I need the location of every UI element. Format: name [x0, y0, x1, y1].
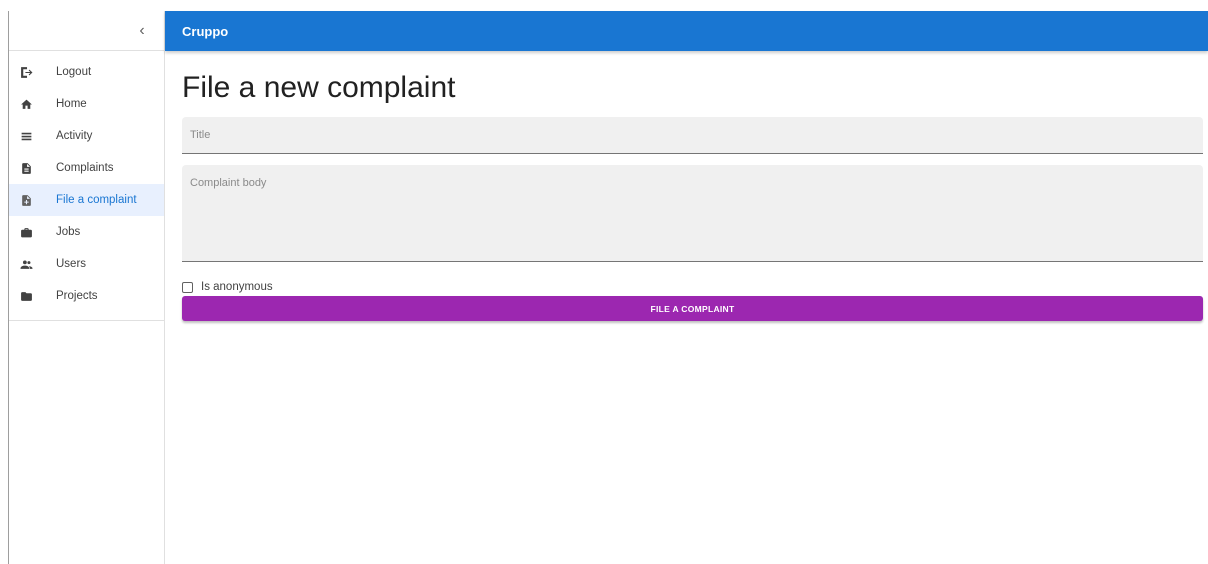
sidebar-item-label: File a complaint — [56, 194, 137, 206]
anonymous-label[interactable]: Is anonymous — [201, 281, 273, 293]
briefcase-icon — [19, 225, 33, 239]
page-title: File a new complaint — [182, 71, 456, 104]
sidebar-item-label: Logout — [56, 66, 92, 78]
file-complaint-button[interactable]: FILE A COMPLAINT — [182, 296, 1203, 321]
anonymous-row: Is anonymous — [182, 280, 1203, 294]
app-bar: Cruppo — [165, 11, 1208, 51]
sidebar-item-users[interactable]: Users — [9, 248, 164, 280]
home-icon — [19, 97, 33, 111]
sidebar-item-home[interactable]: Home — [9, 88, 164, 120]
sidebar-item-label: Activity — [56, 130, 93, 142]
drawer-header: ‹ — [9, 11, 164, 51]
sidebar-item-logout[interactable]: Logout — [9, 56, 164, 88]
nav-list: Logout Home Activity Complaints File a c… — [9, 51, 164, 321]
anonymous-checkbox[interactable] — [182, 281, 193, 293]
app-window: ‹ Logout Home Activity Complaints File a… — [0, 0, 1208, 564]
sidebar-item-jobs[interactable]: Jobs — [9, 216, 164, 248]
navigation-drawer: ‹ Logout Home Activity Complaints File a… — [9, 11, 165, 564]
folder-icon — [19, 289, 33, 303]
app-title: Cruppo — [182, 23, 229, 39]
sidebar-item-file-a-complaint[interactable]: File a complaint — [9, 184, 164, 216]
sidebar-item-activity[interactable]: Activity — [9, 120, 164, 152]
people-icon — [19, 257, 33, 271]
complaint-body-textarea[interactable] — [182, 165, 1203, 261]
sidebar-item-projects[interactable]: Projects — [9, 280, 164, 312]
sidebar-item-complaints[interactable]: Complaints — [9, 152, 164, 184]
sidebar-item-label: Projects — [56, 290, 98, 302]
sidebar-item-label: Home — [56, 98, 87, 110]
title-input[interactable] — [182, 117, 1203, 153]
complaint-body-field — [182, 165, 1203, 262]
document-add-icon — [19, 193, 33, 207]
logout-icon — [19, 65, 33, 79]
title-field — [182, 117, 1203, 154]
sidebar-item-label: Jobs — [56, 226, 81, 238]
document-icon — [19, 161, 33, 175]
list-icon — [19, 129, 33, 143]
chevron-left-icon[interactable]: ‹ — [132, 21, 152, 41]
main-content: File a new complaint Is anonymous FILE A… — [182, 51, 1203, 321]
sidebar-item-label: Users — [56, 258, 87, 270]
sidebar-item-label: Complaints — [56, 162, 114, 174]
